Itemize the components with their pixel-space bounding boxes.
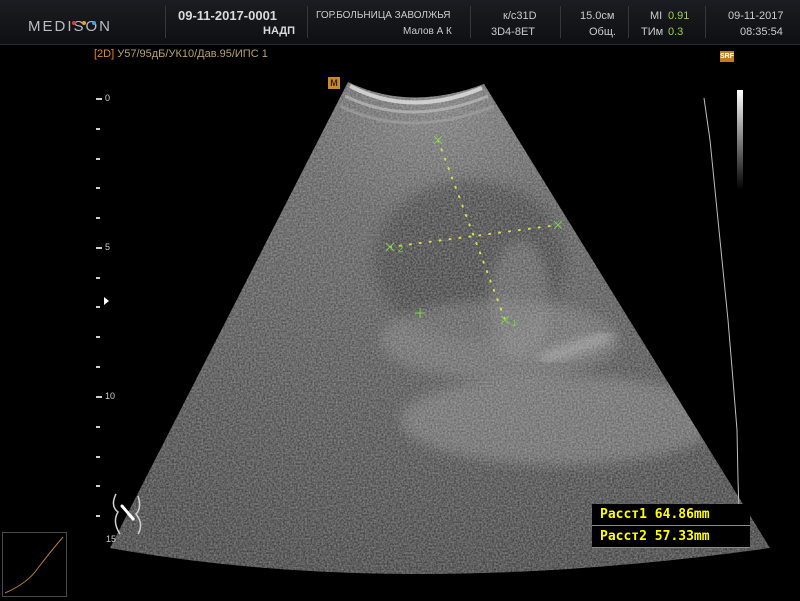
measurement-value: 57.33mm (654, 529, 710, 544)
caliper-label-2: 2 (398, 244, 403, 254)
focus-marker-icon[interactable] (104, 297, 109, 305)
depth-label-0: 0 (105, 93, 111, 103)
body-pictogram-icon (112, 493, 142, 535)
measurement-label: Расст1 (600, 507, 647, 522)
measurement-row-1: Расст1 64.86mm (600, 507, 710, 522)
srf-icon: SRF (720, 51, 734, 62)
depth-label-5: 5 (105, 242, 111, 252)
measurement-results: Расст1 64.86mm Расст2 57.33mm (592, 504, 750, 548)
measurement-divider (592, 525, 750, 526)
orientation-marker-icon: M (328, 77, 340, 89)
tgc-curve-panel[interactable] (2, 532, 67, 597)
tgc-curve (4, 536, 64, 594)
depth-label-10: 10 (105, 391, 116, 401)
measurement-row-2: Расст2 57.33mm (600, 529, 710, 544)
caliper-label-1: 1 (512, 318, 517, 328)
grayscale-bar (737, 90, 743, 190)
measurement-label: Расст2 (600, 529, 647, 544)
depth-scale (96, 98, 102, 517)
measurement-divider (592, 547, 750, 548)
measurement-value: 64.86mm (654, 507, 710, 522)
